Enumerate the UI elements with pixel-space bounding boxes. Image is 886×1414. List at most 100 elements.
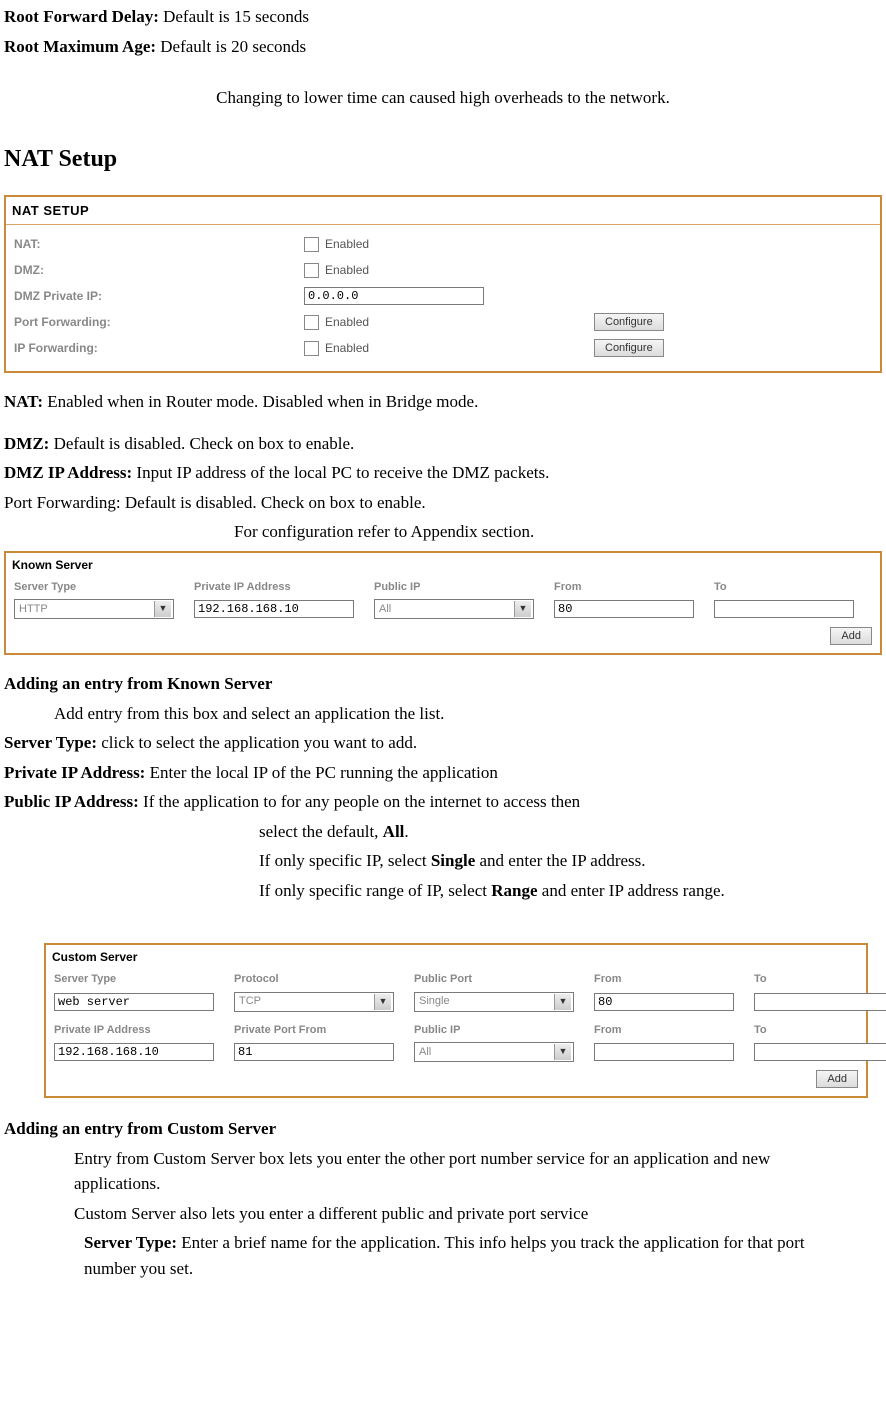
ks-pub-line4: If only specific range of IP, select Ran… bbox=[259, 878, 882, 904]
chevron-down-icon: ▼ bbox=[374, 994, 391, 1010]
cs-st-desc: Enter a brief name for the application. … bbox=[84, 1233, 805, 1278]
cs-head-private-ip: Private IP Address bbox=[54, 1022, 224, 1039]
ip-forwarding-checkbox[interactable] bbox=[304, 341, 319, 356]
cs-public-ip-value: All bbox=[419, 1044, 431, 1061]
ks-private-ip-input[interactable] bbox=[194, 600, 354, 618]
cs-public-port-value: Single bbox=[419, 993, 450, 1010]
ks-pub-line2: select the default, All. bbox=[259, 819, 882, 845]
ks-pub-label: Public IP Address: bbox=[4, 792, 139, 811]
dmz-checkbox[interactable] bbox=[304, 263, 319, 278]
pf-desc-line: Port Forwarding: Default is disabled. Ch… bbox=[4, 490, 882, 516]
nat-setup-heading: NAT Setup bbox=[4, 141, 882, 177]
ks-public-ip-select[interactable]: All ▼ bbox=[374, 599, 534, 619]
cs-st-line: Server Type: Enter a brief name for the … bbox=[84, 1230, 842, 1281]
custom-server-heading: Adding an entry from Custom Server bbox=[4, 1116, 882, 1142]
dmz-ip-input[interactable] bbox=[304, 287, 484, 305]
port-forwarding-checkbox[interactable] bbox=[304, 315, 319, 330]
port-forwarding-label: Port Forwarding: bbox=[14, 313, 304, 331]
cs-row2: All ▼ bbox=[46, 1040, 866, 1070]
ks-st-desc: click to select the application you want… bbox=[97, 733, 417, 752]
dmzip-desc-line: DMZ IP Address: Input IP address of the … bbox=[4, 460, 882, 486]
cs-public-port-select[interactable]: Single ▼ bbox=[414, 992, 574, 1012]
ks-public-ip-value: All bbox=[379, 601, 391, 618]
cs-protocol-value: TCP bbox=[239, 993, 261, 1010]
custom-server-add-button[interactable]: Add bbox=[816, 1070, 858, 1088]
cs-from2-input[interactable] bbox=[594, 1043, 734, 1061]
cs-head-to2: To bbox=[754, 1022, 858, 1039]
cs-server-type-input[interactable] bbox=[54, 993, 214, 1011]
ip-forwarding-configure-button[interactable]: Configure bbox=[594, 339, 664, 357]
dmz-desc-label: DMZ: bbox=[4, 434, 49, 453]
pf-appendix-note: For configuration refer to Appendix sect… bbox=[234, 519, 882, 545]
custom-server-title: Custom Server bbox=[46, 945, 866, 969]
ks-server-type-value: HTTP bbox=[19, 601, 48, 618]
ks-pub-line3: If only specific IP, select Single and e… bbox=[259, 848, 882, 874]
ks-head-to: To bbox=[714, 579, 862, 596]
chevron-down-icon: ▼ bbox=[154, 601, 171, 617]
known-server-heading: Adding an entry from Known Server bbox=[4, 671, 882, 697]
nat-row-ip-forwarding: IP Forwarding: Enabled Configure bbox=[14, 335, 872, 361]
nat-label: NAT: bbox=[14, 235, 304, 253]
known-server-row: HTTP ▼ All ▼ bbox=[6, 597, 880, 627]
cs-head-public-port: Public Port bbox=[414, 971, 584, 988]
dmz-enabled-text: Enabled bbox=[325, 261, 369, 279]
nat-enabled-text: Enabled bbox=[325, 235, 369, 253]
cs-protocol-select[interactable]: TCP ▼ bbox=[234, 992, 394, 1012]
known-server-title: Known Server bbox=[6, 553, 880, 577]
cs-st-label: Server Type: bbox=[84, 1233, 177, 1252]
nat-row-nat: NAT: Enabled bbox=[14, 231, 872, 257]
spacer bbox=[4, 63, 882, 81]
cs-head-from: From bbox=[594, 971, 744, 988]
cs-from-input[interactable] bbox=[594, 993, 734, 1011]
cs-header-row1: Server Type Protocol Public Port From To bbox=[46, 969, 866, 990]
root-forward-delay-line: Root Forward Delay: Default is 15 second… bbox=[4, 4, 882, 30]
ks-head-public-ip: Public IP bbox=[374, 579, 544, 596]
cs-head-to: To bbox=[754, 971, 858, 988]
cs-head-from2: From bbox=[594, 1022, 744, 1039]
custom-server-panel: Custom Server Server Type Protocol Publi… bbox=[44, 943, 868, 1098]
nat-setup-panel: NAT SETUP NAT: Enabled DMZ: Enabled DMZ … bbox=[4, 195, 882, 374]
ks-st-line: Server Type: click to select the applica… bbox=[4, 730, 882, 756]
ks-head-server-type: Server Type bbox=[14, 579, 184, 596]
chevron-down-icon: ▼ bbox=[554, 1044, 571, 1060]
root-max-age-text: Default is 20 seconds bbox=[156, 37, 306, 56]
ks-server-type-select[interactable]: HTTP ▼ bbox=[14, 599, 174, 619]
ks-from-input[interactable] bbox=[554, 600, 694, 618]
nat-row-dmz-ip: DMZ Private IP: bbox=[14, 283, 872, 309]
cs-private-port-from-input[interactable] bbox=[234, 1043, 394, 1061]
cs-p2: Custom Server also lets you enter a diff… bbox=[74, 1201, 882, 1227]
chevron-down-icon: ▼ bbox=[514, 601, 531, 617]
cs-private-ip-input[interactable] bbox=[54, 1043, 214, 1061]
cs-p1: Entry from Custom Server box lets you en… bbox=[74, 1146, 842, 1197]
known-server-add-button[interactable]: Add bbox=[830, 627, 872, 645]
cs-public-ip-select[interactable]: All ▼ bbox=[414, 1042, 574, 1062]
ks-line1: Add entry from this box and select an ap… bbox=[54, 701, 882, 727]
nat-desc-label: NAT: bbox=[4, 392, 43, 411]
known-server-header-row: Server Type Private IP Address Public IP… bbox=[6, 577, 880, 598]
ks-head-private-ip: Private IP Address bbox=[194, 579, 364, 596]
nat-panel-title: NAT SETUP bbox=[6, 197, 880, 225]
cs-to-input[interactable] bbox=[754, 993, 886, 1011]
ip-forwarding-text: Enabled bbox=[325, 339, 369, 357]
nat-row-dmz: DMZ: Enabled bbox=[14, 257, 872, 283]
nat-row-port-forwarding: Port Forwarding: Enabled Configure bbox=[14, 309, 872, 335]
cs-head-server-type: Server Type bbox=[54, 971, 224, 988]
ks-pip-line: Private IP Address: Enter the local IP o… bbox=[4, 760, 882, 786]
root-max-age-label: Root Maximum Age: bbox=[4, 37, 156, 56]
ks-pub-desc: If the application to for any people on … bbox=[139, 792, 580, 811]
port-forwarding-configure-button[interactable]: Configure bbox=[594, 313, 664, 331]
cs-head-protocol: Protocol bbox=[234, 971, 404, 988]
nat-desc-line: NAT: Enabled when in Router mode. Disabl… bbox=[4, 389, 882, 415]
dmzip-desc-label: DMZ IP Address: bbox=[4, 463, 132, 482]
ks-pip-desc: Enter the local IP of the PC running the… bbox=[145, 763, 498, 782]
ks-pip-label: Private IP Address: bbox=[4, 763, 145, 782]
ks-to-input[interactable] bbox=[714, 600, 854, 618]
cs-to2-input[interactable] bbox=[754, 1043, 886, 1061]
dmz-label: DMZ: bbox=[14, 261, 304, 279]
cs-row1: TCP ▼ Single ▼ bbox=[46, 990, 866, 1020]
nat-checkbox[interactable] bbox=[304, 237, 319, 252]
chevron-down-icon: ▼ bbox=[554, 994, 571, 1010]
overhead-note: Changing to lower time can caused high o… bbox=[4, 85, 882, 111]
root-max-age-line: Root Maximum Age: Default is 20 seconds bbox=[4, 34, 882, 60]
dmz-desc-line: DMZ: Default is disabled. Check on box t… bbox=[4, 431, 882, 457]
